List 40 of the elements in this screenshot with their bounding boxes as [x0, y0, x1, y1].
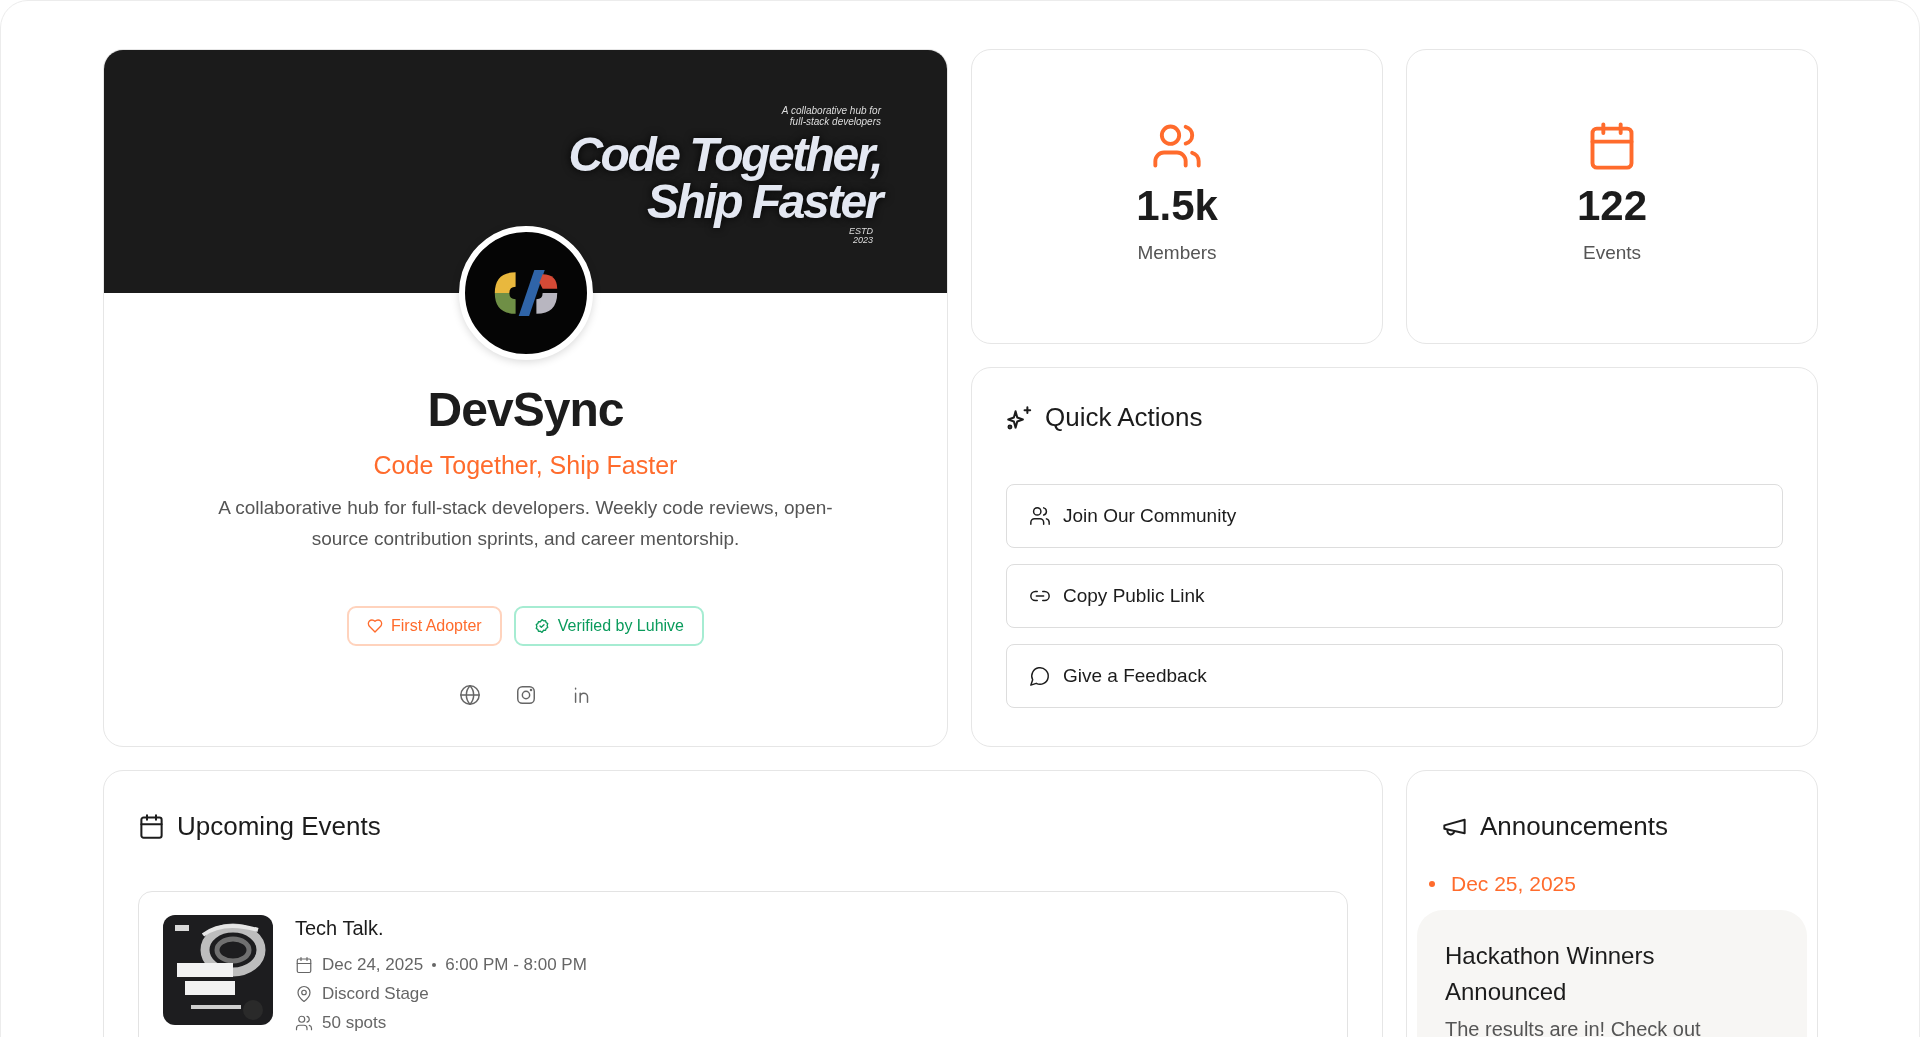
event-card[interactable]: Tech Talk. Dec 24, 2025 6:00 PM - 8:00 PM Discord Stage 50 spots	[138, 891, 1348, 1037]
heart-icon	[367, 618, 383, 634]
community-description: A collaborative hub for full-stack developers. Weekly code reviews, open-source contribution sprints, and career mentorship.	[217, 496, 834, 551]
action-button[interactable]: Give a Feedback	[1006, 644, 1783, 708]
stat-label: Members	[1137, 242, 1217, 264]
stat-value: 1.5k	[1136, 182, 1218, 230]
bullet-dot	[1429, 881, 1435, 887]
stat-value: 122	[1576, 182, 1648, 230]
achievement-badge: First Adopter	[347, 606, 502, 646]
community-tagline: Code Together, Ship Faster	[373, 451, 678, 480]
announcement-card[interactable]: Hackathon Winners Announced The results are in! Check out	[1417, 910, 1807, 1037]
event-spots: 50 spots	[322, 1013, 387, 1033]
location-pin-icon	[295, 985, 313, 1003]
banner-caption: A collaborative hub for full-stack developers	[780, 106, 881, 127]
chat-bubble-icon	[1029, 665, 1051, 687]
community-name: DevSync	[427, 382, 624, 437]
verified-icon	[533, 618, 550, 634]
action-button[interactable]: Copy Public Link	[1006, 564, 1783, 628]
event-title: Tech Talk.	[295, 917, 385, 940]
announcement-date: Dec 25, 2025	[1451, 872, 1576, 896]
globe-icon[interactable]	[458, 684, 481, 706]
section-title: Upcoming Events	[177, 811, 381, 842]
announcement-text: The results are in! Check out	[1445, 1018, 1702, 1037]
event-location: Discord Stage	[322, 984, 429, 1004]
banner-established: ESTD 2023	[849, 227, 873, 246]
sparkles-icon	[1006, 404, 1033, 431]
instagram-icon[interactable]	[514, 684, 537, 706]
calendar-icon	[295, 956, 313, 974]
people-icon	[1029, 505, 1051, 527]
section-title: Quick Actions	[1045, 402, 1203, 433]
calendar-icon	[138, 813, 165, 840]
achievement-badge: Verified by Luhive	[513, 606, 704, 646]
event-time: 6:00 PM - 8:00 PM	[445, 955, 587, 975]
stat-label: Events	[1582, 242, 1642, 264]
event-date: Dec 24, 2025	[322, 955, 424, 975]
people-icon	[295, 1014, 313, 1032]
separator-dot	[432, 963, 437, 967]
action-button[interactable]: Join Our Community	[1006, 484, 1783, 548]
section-title: Announcements	[1480, 811, 1668, 842]
announcement-title: Hackathon Winners Announced	[1445, 941, 1656, 1007]
